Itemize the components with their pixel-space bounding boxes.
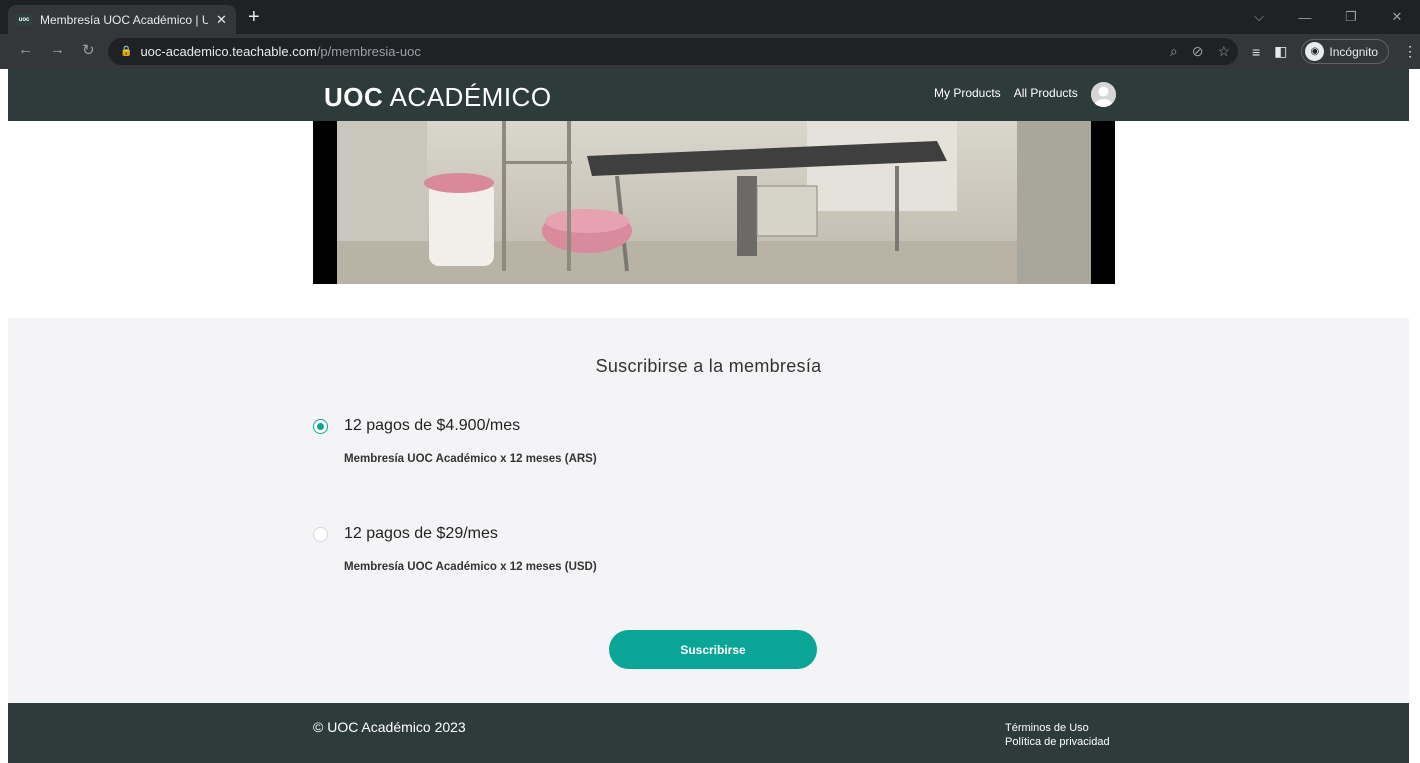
incognito-badge[interactable]: ◉ Incógnito <box>1301 39 1390 64</box>
reading-list-icon[interactable]: ≡ <box>1252 44 1260 60</box>
forward-icon[interactable]: → <box>50 41 65 58</box>
footer-links: Términos de Uso Política de privacidad <box>1005 722 1110 748</box>
page-scrollbar-gutter <box>1409 69 1420 763</box>
incognito-icon: ◉ <box>1305 42 1325 61</box>
restore-icon[interactable]: ❐ <box>1328 9 1374 25</box>
window-controls: ⌵ — ❐ ✕ <box>1236 0 1420 34</box>
favicon-icon: uoc <box>16 13 32 26</box>
header-nav: My Products All Products <box>934 86 1078 100</box>
zoom-icon[interactable]: ⌕ <box>1170 43 1178 60</box>
tab-search-icon[interactable]: ⌵ <box>1236 9 1282 25</box>
site-header: UOC ACADÉMICO My Products All Products <box>8 69 1409 121</box>
user-icon <box>1091 82 1116 107</box>
nav-all-products[interactable]: All Products <box>1014 86 1078 100</box>
logo-light-text: ACADÉMICO <box>389 82 552 112</box>
copyright-text: © UOC Académico 2023 <box>313 719 466 735</box>
url-path: /p/membresia-uoc <box>316 44 421 59</box>
site-footer: © UOC Académico 2023 Términos de Uso Pol… <box>8 703 1409 763</box>
hero-image <box>313 121 1115 284</box>
nav-my-products[interactable]: My Products <box>934 86 1001 100</box>
lock-icon[interactable]: 🔒 <box>120 46 132 57</box>
plan-description: Membresía UOC Académico x 12 meses (ARS) <box>344 453 597 465</box>
url-host: uoc-academico.teachable.com <box>140 44 317 59</box>
reload-icon[interactable]: ↻ <box>82 41 95 59</box>
subscribe-button[interactable]: Suscribirse <box>609 630 817 669</box>
address-bar[interactable]: 🔒 uoc-academico.teachable.com /p/membres… <box>108 38 1238 65</box>
hospital-room-image <box>337 121 1091 284</box>
plan-price: 12 pagos de $4.900/mes <box>344 417 521 434</box>
new-tab-icon[interactable]: + <box>248 5 260 29</box>
tracking-blocked-icon[interactable]: ⊘ <box>1192 43 1204 60</box>
plan-description: Membresía UOC Académico x 12 meses (USD) <box>344 561 597 573</box>
plan-radio-usd[interactable] <box>313 527 328 542</box>
membership-section: Suscribirse a la membresía 12 pagos de $… <box>8 318 1409 703</box>
browser-tab-bar: uoc Membresía UOC Académico | UO ✕ + ⌵ —… <box>0 0 1420 34</box>
close-tab-icon[interactable]: ✕ <box>216 12 227 28</box>
plan-price: 12 pagos de $29/mes <box>344 525 498 542</box>
browser-toolbar: ← → ↻ 🔒 uoc-academico.teachable.com /p/m… <box>0 34 1420 69</box>
minimize-icon[interactable]: — <box>1282 10 1328 25</box>
privacy-link[interactable]: Política de privacidad <box>1005 736 1110 748</box>
logo-bold-text: UOC <box>324 82 384 112</box>
close-window-icon[interactable]: ✕ <box>1374 9 1420 25</box>
terms-link[interactable]: Términos de Uso <box>1005 722 1110 734</box>
browser-tab[interactable]: uoc Membresía UOC Académico | UO ✕ <box>8 5 236 34</box>
incognito-label: Incógnito <box>1329 44 1379 59</box>
avatar[interactable] <box>1091 82 1116 107</box>
side-panel-icon[interactable]: ◧ <box>1274 43 1287 60</box>
tab-title: Membresía UOC Académico | UO <box>40 12 208 27</box>
plan-radio-ars[interactable] <box>313 419 328 434</box>
membership-title: Suscribirse a la membresía <box>595 356 822 376</box>
menu-icon[interactable]: ⋮ <box>1403 43 1417 60</box>
bookmark-star-icon[interactable]: ☆ <box>1217 43 1230 60</box>
back-icon[interactable]: ← <box>18 41 33 58</box>
site-logo[interactable]: UOC ACADÉMICO <box>324 82 552 113</box>
